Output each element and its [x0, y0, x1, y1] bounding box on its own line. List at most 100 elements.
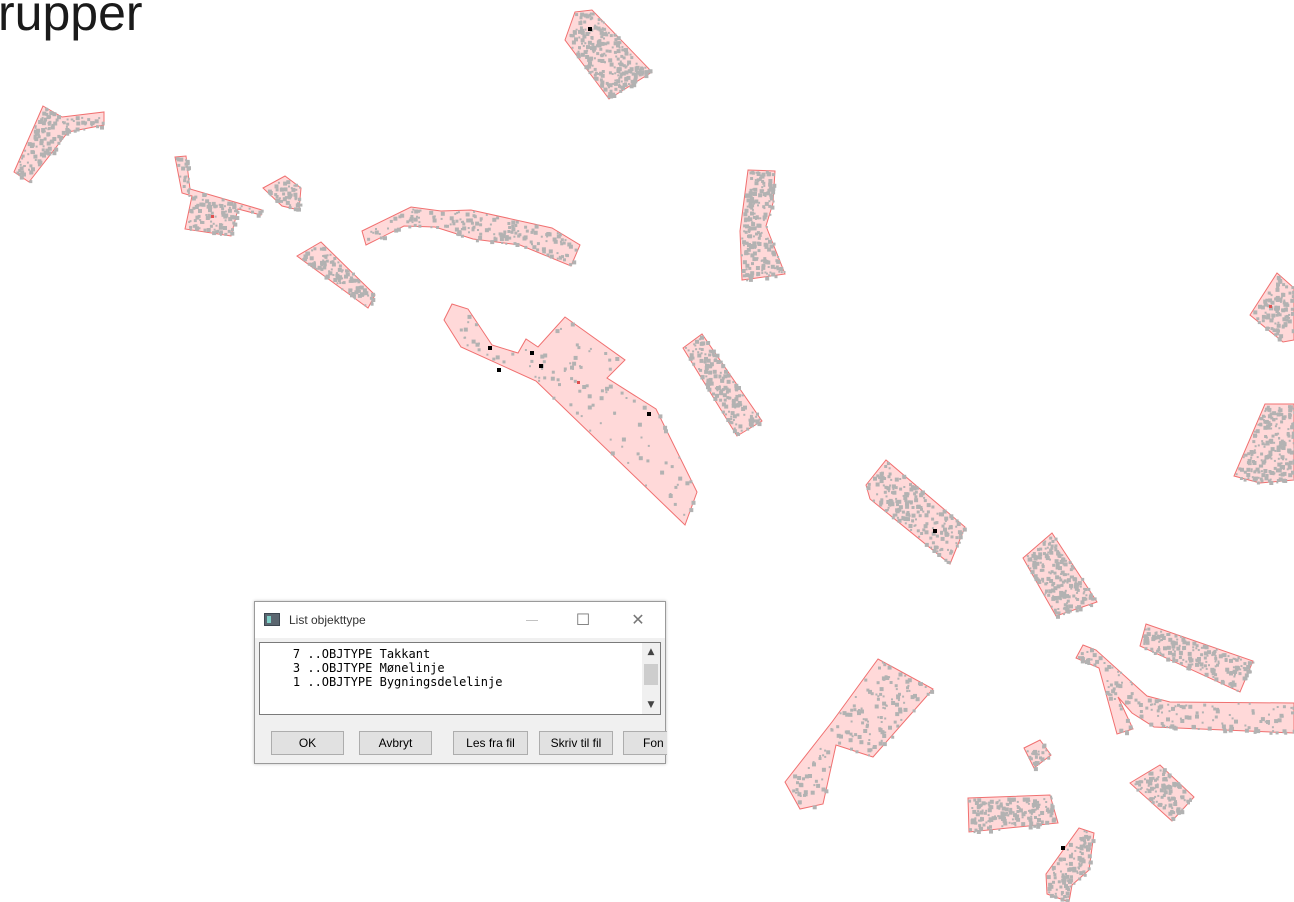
laser-point: [751, 208, 754, 211]
laser-point: [804, 793, 808, 797]
laser-point: [176, 158, 179, 161]
laser-point: [1052, 868, 1055, 871]
laser-point: [556, 252, 559, 255]
laser-point: [1046, 546, 1049, 549]
laser-point: [1088, 594, 1093, 599]
cancel-button[interactable]: Avbryt: [359, 731, 432, 755]
list-item[interactable]: 1 ..OBJTYPE Bygningsdelelinje: [260, 675, 640, 689]
laser-point: [757, 179, 760, 182]
laser-point: [1176, 810, 1181, 815]
minimize-icon[interactable]: ―: [510, 602, 554, 638]
laser-point: [48, 120, 52, 124]
laser-point: [1276, 287, 1279, 290]
laser-point: [909, 501, 913, 505]
write-to-file-button[interactable]: Skriv til fil: [539, 731, 613, 755]
laser-point: [1148, 772, 1152, 776]
laser-point: [904, 674, 907, 677]
laser-point: [1028, 809, 1030, 812]
laser-point: [938, 512, 943, 517]
laser-point: [466, 344, 469, 347]
laser-point: [1077, 656, 1081, 660]
laser-point: [531, 228, 534, 231]
laser-point: [1288, 405, 1293, 410]
laser-point: [27, 153, 30, 156]
close-icon[interactable]: ✕: [616, 602, 660, 638]
font-button[interactable]: Fon: [623, 731, 667, 755]
laser-point: [1166, 645, 1171, 650]
laser-point: [768, 239, 772, 244]
laser-point: [769, 186, 774, 191]
laser-point: [757, 204, 759, 207]
list-item[interactable]: 3 ..OBJTYPE Mønelinje: [260, 661, 640, 675]
laser-point: [756, 412, 759, 416]
laser-point: [878, 741, 883, 746]
laser-point: [1261, 314, 1266, 319]
laser-point: [1052, 563, 1056, 567]
laser-point: [735, 388, 738, 392]
laser-point: [1078, 607, 1083, 612]
laser-point: [1029, 558, 1033, 562]
laser-point: [1067, 573, 1070, 576]
laser-point: [201, 198, 204, 201]
laser-point: [558, 383, 561, 387]
read-from-file-button[interactable]: Les fra fil: [453, 731, 528, 755]
scrollbar-thumb[interactable]: [644, 664, 658, 685]
laser-point: [466, 218, 471, 223]
laser-point: [187, 177, 190, 180]
laser-point: [914, 495, 918, 499]
laser-point: [971, 807, 974, 809]
laser-point: [394, 228, 399, 233]
laser-point: [1155, 800, 1158, 803]
laser-point: [920, 491, 925, 496]
laser-point: [1028, 755, 1032, 759]
laser-point: [633, 78, 638, 83]
laser-point: [949, 551, 953, 555]
laser-point: [549, 254, 554, 259]
laser-point: [1062, 857, 1066, 861]
laser-point: [1283, 302, 1288, 307]
laser-point: [194, 205, 199, 209]
laser-point: [885, 676, 890, 680]
laser-point: [1178, 644, 1181, 647]
laser-point: [1214, 656, 1218, 660]
laser-point: [732, 381, 735, 384]
laser-point: [1052, 598, 1055, 600]
maximize-icon[interactable]: ☐: [561, 602, 605, 638]
objecttype-listbox[interactable]: 7 ..OBJTYPE Takkant 3 ..OBJTYPE Mønelinj…: [259, 642, 661, 715]
laser-point: [1179, 661, 1183, 665]
laser-point: [322, 246, 327, 251]
laser-point: [1068, 609, 1072, 613]
laser-point: [1154, 795, 1157, 798]
laser-point: [1083, 839, 1086, 843]
laser-point: [1041, 568, 1045, 572]
laser-point: [761, 186, 764, 189]
list-item[interactable]: 7 ..OBJTYPE Takkant: [260, 647, 640, 661]
scroll-down-icon[interactable]: ▼: [642, 698, 660, 712]
laser-point: [1274, 425, 1277, 428]
laser-point: [746, 265, 749, 267]
laser-point: [221, 198, 225, 202]
laser-point: [735, 423, 738, 426]
laser-point: [597, 18, 601, 22]
laser-point: [776, 267, 780, 271]
laser-point: [684, 346, 687, 349]
dialog-titlebar[interactable]: List objekttype ― ☐ ✕: [255, 602, 665, 638]
laser-point: [1275, 417, 1278, 420]
scroll-up-icon[interactable]: ▲: [642, 645, 660, 659]
laser-point: [1232, 666, 1235, 669]
laser-point: [46, 132, 51, 137]
laser-point: [502, 360, 506, 364]
laser-point: [601, 53, 605, 57]
laser-point: [888, 472, 892, 476]
laser-point: [66, 118, 69, 121]
black-point: [933, 529, 937, 533]
laser-point: [605, 386, 609, 391]
laser-point: [1158, 646, 1160, 649]
vertical-scrollbar[interactable]: ▲ ▼: [642, 643, 660, 714]
laser-point: [67, 129, 72, 134]
laser-point: [1199, 662, 1204, 667]
ok-button[interactable]: OK: [271, 731, 344, 755]
laser-point: [1161, 653, 1165, 657]
laser-point: [1061, 554, 1064, 557]
laser-point: [1150, 647, 1154, 651]
